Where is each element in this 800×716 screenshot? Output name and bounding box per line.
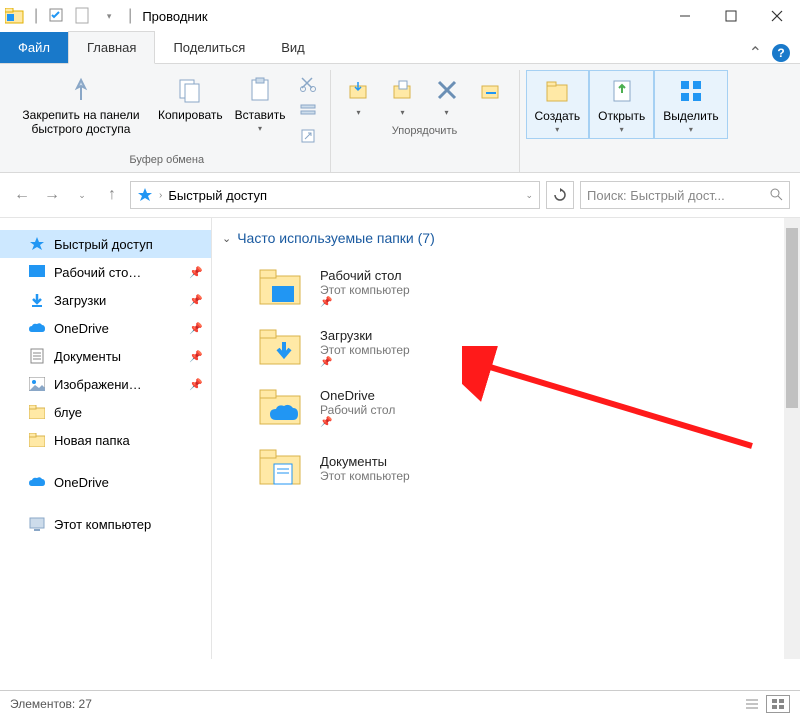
pin-icon: 📌 [189,350,203,363]
nav-documents[interactable]: Документы 📌 [0,342,211,370]
copy-path-button[interactable] [294,98,322,122]
tab-share[interactable]: Поделиться [155,32,263,63]
onedrive-icon [28,473,46,491]
star-icon [137,187,153,203]
nav-desktop[interactable]: Рабочий сто… 📌 [0,258,211,286]
search-icon [769,187,783,204]
chevron-down-icon: ⌄ [222,232,231,245]
chevron-down-icon: ▾ [400,108,404,117]
create-button[interactable]: Создать ▾ [526,70,590,139]
nav-this-pc[interactable]: Этот компьютер [0,510,211,538]
desktop-icon [28,263,46,281]
properties-icon[interactable] [46,5,68,27]
open-button[interactable]: Открыть ▾ [589,70,654,139]
newfolder-icon[interactable] [72,5,94,27]
window-title: Проводник [142,9,207,24]
pin-quickaccess-button[interactable]: Закрепить на панели быстрого доступа [10,70,152,141]
explorer-icon [4,5,26,27]
address-bar[interactable]: › Быстрый доступ ⌄ [130,181,540,209]
select-button[interactable]: Выделить ▾ [654,70,727,139]
breadcrumb-item[interactable]: Быстрый доступ [168,188,267,203]
forward-button[interactable]: → [40,183,64,207]
pin-icon: 📌 [189,266,203,279]
paste-button[interactable]: Вставить ▾ [229,70,292,137]
collapse-ribbon-icon[interactable]: ⌃ [749,43,762,63]
tab-home[interactable]: Главная [68,31,155,64]
pin-icon: 📌 [189,322,203,335]
onedrive-icon [28,319,46,337]
separator: | [128,7,132,25]
chevron-down-icon: ▾ [620,125,624,134]
cut-button[interactable] [294,72,322,96]
separator: | [34,7,38,25]
minimize-button[interactable] [662,0,708,32]
computer-icon [28,515,46,533]
status-elements-count: 27 [79,697,92,711]
help-icon[interactable]: ? [772,44,790,62]
pin-icon: 📌 [189,378,203,391]
chevron-down-icon: ▾ [258,124,262,133]
ribbon: Закрепить на панели быстрого доступа Коп… [0,64,800,173]
chevron-down-icon: ▾ [555,125,559,134]
folder-item-desktop[interactable]: Рабочий стол Этот компьютер 📌 [258,258,790,318]
copy-button[interactable]: Копировать [152,70,229,126]
ribbon-group-clipboard: Буфер обмена [10,150,324,168]
folder-icon [28,403,46,421]
downloads-icon [28,291,46,309]
pictures-icon [28,375,46,393]
tab-file[interactable]: Файл [0,32,68,63]
nav-folder-blue[interactable]: блуе [0,398,211,426]
titlebar: | ▾ | Проводник [0,0,800,32]
vertical-scrollbar[interactable] [784,218,800,659]
tab-view[interactable]: Вид [263,32,323,63]
section-header[interactable]: ⌄ Часто используемые папки (7) [222,230,790,246]
chevron-down-icon: ▾ [356,108,360,117]
nav-onedrive-root[interactable]: OneDrive [0,468,211,496]
address-bar-row: ← → ⌄ ↑ › Быстрый доступ ⌄ Поиск: Быстры… [0,173,800,217]
pin-icon: 📌 [320,357,410,368]
refresh-button[interactable] [546,181,574,209]
pin-icon: 📌 [320,417,395,428]
maximize-button[interactable] [708,0,754,32]
statusbar: Элементов: 27 [0,690,800,716]
folder-icon [28,431,46,449]
nav-pictures[interactable]: Изображени… 📌 [0,370,211,398]
ribbon-tabs: Файл Главная Поделиться Вид ⌃ ? [0,32,800,64]
folder-item-documents[interactable]: Документы Этот компьютер [258,438,790,498]
folder-item-downloads[interactable]: Загрузки Этот компьютер 📌 [258,318,790,378]
status-elements-label: Элементов: [10,697,75,711]
recent-dropdown[interactable]: ⌄ [70,183,94,207]
delete-button[interactable]: ▾ [425,70,469,121]
folder-item-onedrive[interactable]: OneDrive Рабочий стол 📌 [258,378,790,438]
chevron-down-icon: ▾ [444,108,448,117]
nav-downloads[interactable]: Загрузки 📌 [0,286,211,314]
copy-to-button[interactable]: ▾ [381,70,425,121]
back-button[interactable]: ← [10,183,34,207]
star-icon [28,235,46,253]
view-icons-button[interactable] [766,695,790,713]
chevron-down-icon[interactable]: ⌄ [525,190,533,201]
documents-icon [28,347,46,365]
pin-icon: 📌 [320,297,410,308]
up-button[interactable]: ↑ [100,183,124,207]
content-pane: ⌄ Часто используемые папки (7) Рабочий с… [212,218,800,659]
chevron-down-icon: ▾ [689,125,693,134]
view-details-button[interactable] [740,695,764,713]
nav-onedrive[interactable]: OneDrive 📌 [0,314,211,342]
pin-icon: 📌 [189,294,203,307]
search-input[interactable]: Поиск: Быстрый дост... [580,181,790,209]
nav-quickaccess[interactable]: Быстрый доступ [0,230,211,258]
qat-dropdown-icon[interactable]: ▾ [98,5,120,27]
close-button[interactable] [754,0,800,32]
rename-button[interactable] [469,70,513,110]
chevron-right-icon: › [159,190,162,201]
move-to-button[interactable]: ▾ [337,70,381,121]
nav-folder-new[interactable]: Новая папка [0,426,211,454]
paste-shortcut-button[interactable] [294,124,322,148]
navigation-pane: Быстрый доступ Рабочий сто… 📌 Загрузки 📌… [0,218,212,659]
ribbon-group-organize: Упорядочить [337,121,513,139]
